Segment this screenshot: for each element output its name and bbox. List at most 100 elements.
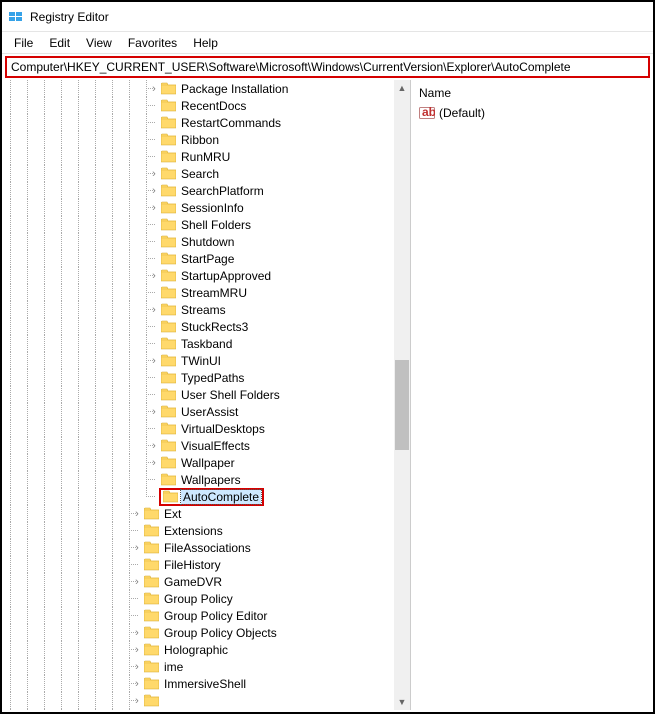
tree-item[interactable]: StreamMRU <box>2 284 395 301</box>
tree-item[interactable]: Group Policy Editor <box>2 607 395 624</box>
menu-edit[interactable]: Edit <box>41 34 78 52</box>
tree-item[interactable]: ›SessionInfo <box>2 199 395 216</box>
tree-scrollbar[interactable]: ▲ ▼ <box>394 80 410 710</box>
tree-item[interactable]: ›FileAssociations <box>2 539 395 556</box>
tree-item[interactable]: › <box>2 692 395 709</box>
tree-expander[interactable] <box>149 152 159 162</box>
tree-expander[interactable]: › <box>149 441 159 451</box>
tree-item[interactable]: RunMRU <box>2 148 395 165</box>
address-bar[interactable]: Computer\HKEY_CURRENT_USER\Software\Micr… <box>5 56 650 78</box>
tree-item[interactable]: › GameDVR <box>2 573 395 590</box>
tree-item-label: RestartCommands <box>179 116 283 130</box>
tree-expander[interactable] <box>149 424 159 434</box>
tree-expander[interactable] <box>149 220 159 230</box>
tree-item[interactable]: ›Package Installation <box>2 80 395 97</box>
tree-item[interactable]: ›VisualEffects <box>2 437 395 454</box>
tree-item[interactable]: ›ime <box>2 658 395 675</box>
tree-item[interactable]: ›Search <box>2 165 395 182</box>
selected-highlight: AutoComplete <box>159 488 264 506</box>
tree-expander[interactable] <box>132 594 142 604</box>
tree-expander[interactable]: › <box>149 186 159 196</box>
tree-expander[interactable]: › <box>132 662 142 672</box>
values-pane: Name ab (Default) <box>411 80 653 710</box>
tree-item[interactable]: ›TWinUI <box>2 352 395 369</box>
tree-item[interactable]: Ribbon <box>2 131 395 148</box>
folder-icon <box>144 575 159 588</box>
tree-expander[interactable] <box>149 322 159 332</box>
titlebar[interactable]: Registry Editor <box>2 2 653 32</box>
tree-expander[interactable]: › <box>132 509 142 519</box>
tree-expander[interactable] <box>149 373 159 383</box>
tree-expander[interactable]: › <box>149 203 159 213</box>
tree-expander[interactable]: › <box>149 84 159 94</box>
tree-expander[interactable] <box>149 237 159 247</box>
tree-item[interactable]: Wallpapers <box>2 471 395 488</box>
tree-expander[interactable]: › <box>132 577 142 587</box>
svg-text:ab: ab <box>422 105 435 119</box>
tree-expander[interactable] <box>149 118 159 128</box>
scroll-up-arrow[interactable]: ▲ <box>394 80 410 96</box>
tree-item[interactable]: ›Streams <box>2 301 395 318</box>
tree-expander[interactable] <box>149 101 159 111</box>
tree-expander[interactable]: › <box>132 696 142 706</box>
value-row[interactable]: ab (Default) <box>419 104 645 122</box>
column-header-name[interactable]: Name <box>419 84 645 104</box>
tree-expander[interactable]: › <box>149 305 159 315</box>
registry-tree[interactable]: ›Package InstallationRecentDocs RestartCo… <box>2 80 395 710</box>
folder-icon <box>161 269 176 282</box>
tree-item[interactable]: FileHistory <box>2 556 395 573</box>
tree-item[interactable]: RestartCommands <box>2 114 395 131</box>
tree-item-label: GameDVR <box>162 575 224 589</box>
tree-expander[interactable] <box>149 135 159 145</box>
tree-item[interactable]: ›SearchPlatform <box>2 182 395 199</box>
tree-item-label: Ext <box>162 507 183 521</box>
tree-expander[interactable] <box>149 288 159 298</box>
tree-expander[interactable]: › <box>132 628 142 638</box>
tree-item[interactable]: Group Policy <box>2 590 395 607</box>
tree-expander[interactable] <box>132 560 142 570</box>
tree-expander[interactable]: › <box>149 271 159 281</box>
tree-expander[interactable] <box>149 254 159 264</box>
tree-expander[interactable] <box>149 390 159 400</box>
tree-item[interactable]: RecentDocs <box>2 97 395 114</box>
tree-item[interactable]: StuckRects3 <box>2 318 395 335</box>
tree-expander[interactable] <box>132 526 142 536</box>
tree-item[interactable]: › Group Policy Objects <box>2 624 395 641</box>
tree-item[interactable]: TypedPaths <box>2 369 395 386</box>
menu-view[interactable]: View <box>78 34 120 52</box>
tree-expander[interactable]: › <box>149 458 159 468</box>
tree-expander[interactable] <box>149 475 159 485</box>
tree-item-label: Group Policy Objects <box>162 626 279 640</box>
tree-item[interactable]: VirtualDesktops <box>2 420 395 437</box>
menu-file[interactable]: File <box>6 34 41 52</box>
folder-icon <box>144 558 159 571</box>
tree-item[interactable]: ›Holographic <box>2 641 395 658</box>
tree-expander[interactable] <box>149 339 159 349</box>
tree-item[interactable]: ›ImmersiveShell <box>2 675 395 692</box>
tree-expander[interactable] <box>149 492 159 502</box>
tree-expander[interactable]: › <box>132 679 142 689</box>
scroll-thumb[interactable] <box>395 360 409 450</box>
tree-expander[interactable]: › <box>149 169 159 179</box>
tree-item[interactable]: Shutdown <box>2 233 395 250</box>
tree-item[interactable]: ›StartupApproved <box>2 267 395 284</box>
tree-item[interactable]: Extensions <box>2 522 395 539</box>
tree-item[interactable]: ›UserAssist <box>2 403 395 420</box>
tree-item[interactable]: User Shell Folders <box>2 386 395 403</box>
folder-icon <box>144 507 159 520</box>
tree-expander[interactable]: › <box>132 645 142 655</box>
menu-favorites[interactable]: Favorites <box>120 34 185 52</box>
tree-item[interactable]: ›Wallpaper <box>2 454 395 471</box>
tree-item[interactable]: Taskband <box>2 335 395 352</box>
tree-item[interactable]: AutoComplete <box>2 488 395 505</box>
menu-help[interactable]: Help <box>185 34 226 52</box>
tree-expander[interactable]: › <box>149 407 159 417</box>
tree-item[interactable]: › <box>2 709 395 710</box>
tree-item[interactable]: Shell Folders <box>2 216 395 233</box>
tree-item[interactable]: › Ext <box>2 505 395 522</box>
tree-expander[interactable]: › <box>149 356 159 366</box>
tree-expander[interactable]: › <box>132 543 142 553</box>
tree-expander[interactable] <box>132 611 142 621</box>
scroll-down-arrow[interactable]: ▼ <box>394 694 410 710</box>
tree-item[interactable]: StartPage <box>2 250 395 267</box>
